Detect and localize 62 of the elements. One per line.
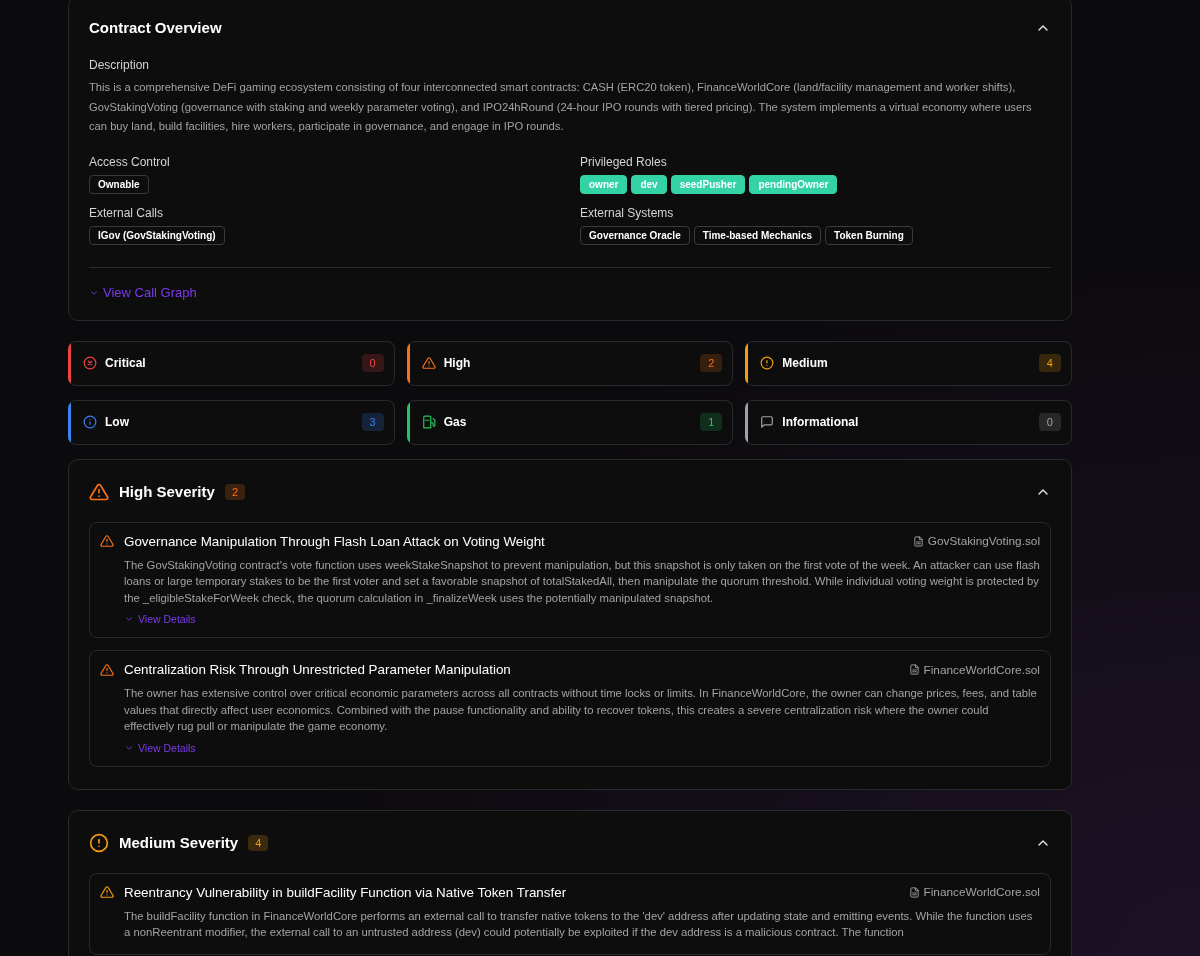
count-badge: 0 [1038, 413, 1061, 431]
info-circle-icon [83, 415, 97, 429]
finding-description: The buildFacility function in FinanceWorldCore performs an external call to transfer native tokens to the 'dev' address after updating state and emitting events. While the function uses a nonReentrant modifier, the external call to an untrusted address (dev) could potentially be exploited if the dev address is a malicious contract. The function [124, 908, 1034, 940]
view-details-link[interactable]: View Details [124, 613, 196, 625]
severity-filter-card[interactable]: Informational 0 [745, 399, 1072, 445]
role-tag: owner [580, 174, 628, 194]
role-tag: seedPusher [670, 174, 746, 194]
tag: IGov (GovStakingVoting) [89, 225, 225, 245]
view-details-link[interactable]: View Details [124, 741, 196, 754]
chevron-down-icon [124, 614, 134, 624]
document-icon [908, 664, 920, 675]
exclamation-circle-icon [760, 356, 775, 370]
count-badge: 1 [700, 413, 723, 431]
severity-filter-card[interactable]: Medium 4 [745, 340, 1072, 386]
count-badge: 2 [700, 354, 723, 372]
tag: Ownable [89, 174, 149, 194]
severity-filter-card[interactable]: Gas 1 [406, 399, 734, 445]
tag: Token Burning [825, 225, 913, 245]
description-text: This is a comprehensive DeFi gaming ecosystem consisting of four interconnected smart contracts: CASH (ERC20 token), FinanceWorldCore (land/facility management and worker shifts), GovStakingVoting (governance with staking and weekly parameter voting), and IPO24hRound (24-hour IPO rounds with tiered pricing). The system implements a virtual economy where users can buy land, build facilities, hire workers, participate in governance, and engage in IPO rounds. [89, 80, 1033, 134]
count-badge: 0 [361, 354, 384, 372]
severity-filter-card[interactable]: Low 3 [68, 399, 395, 445]
field-label: Description [89, 58, 151, 72]
finding-description: The owner has extensive control over critical economic parameters across all contracts without time locks or limits. In FinanceWorldCore, the owner can change prices, fees, and table values that directly affect user economics. Combined with the pause functionality and ability to recover tokens, this creates a severe centralization risk where the owner could effectively rug pull or manipulate the game economy. [124, 686, 1038, 734]
tag: Governance Oracle [580, 225, 690, 245]
field-label: Access Control [89, 154, 171, 169]
speech-bubble-icon [760, 415, 775, 429]
section-title: High Severity [119, 483, 215, 500]
count-badge: 2 [224, 483, 245, 500]
severity-label: Critical [105, 356, 147, 370]
severity-label: Gas [443, 415, 468, 429]
x-circle-icon [83, 356, 97, 370]
warning-triangle-icon [100, 885, 114, 899]
warning-triangle-icon [100, 662, 114, 677]
severity-label: Informational [782, 415, 860, 429]
field-label: Privileged Roles [580, 154, 668, 169]
role-tag: dev [631, 174, 667, 194]
section-title: Medium Severity [119, 834, 239, 851]
severity-label: High [443, 356, 472, 370]
count-badge: 4 [248, 834, 269, 851]
field-label: External Systems [580, 205, 675, 220]
file-reference: FinanceWorldCore.sol [908, 662, 1040, 677]
card-title: Contract Overview [89, 19, 222, 36]
severity-filter-card[interactable]: High 2 [406, 340, 734, 386]
finding-title: Governance Manipulation Through Flash Loan Attack on Voting Weight [124, 533, 546, 549]
warning-triangle-icon [100, 534, 114, 548]
count-badge: 4 [1038, 354, 1061, 372]
finding-description: The GovStakingVoting contract's vote function uses weekStakeSnapshot to prevent manipulation, but this snapshot is only taken on the first vote of the week. An attacker can use flash loans or large temporary stakes to be the first voter and set a favorable snapshot of totalStakedAll, then manipulate the quorum threshold. While individual voting weight is protected by the _eligibleStakeForWeek check, the quorum calculation in _finalizeWeek uses the potentially manipulated snapshot. [124, 557, 1040, 606]
document-icon [908, 886, 920, 898]
warning-triangle-icon [421, 356, 436, 370]
tag: Time-based Mechanics [693, 225, 822, 245]
role-tag: pendingOwner [749, 174, 838, 194]
count-badge: 3 [361, 413, 384, 431]
field-label: External Calls [89, 205, 165, 220]
fuel-pump-icon [421, 415, 436, 429]
file-reference: FinanceWorldCore.sol [908, 885, 1040, 899]
file-reference: GovStakingVoting.sol [912, 534, 1040, 548]
severity-filter-card[interactable]: Critical 0 [68, 340, 395, 386]
severity-label: Low [105, 415, 130, 429]
document-icon [912, 535, 924, 547]
severity-label: Medium [782, 356, 829, 370]
finding-title: Reentrancy Vulnerability in buildFacility Function via Native Token Transfer [124, 884, 568, 900]
finding-title: Centralization Risk Through Unrestricted Parameter Manipulation [124, 662, 512, 677]
